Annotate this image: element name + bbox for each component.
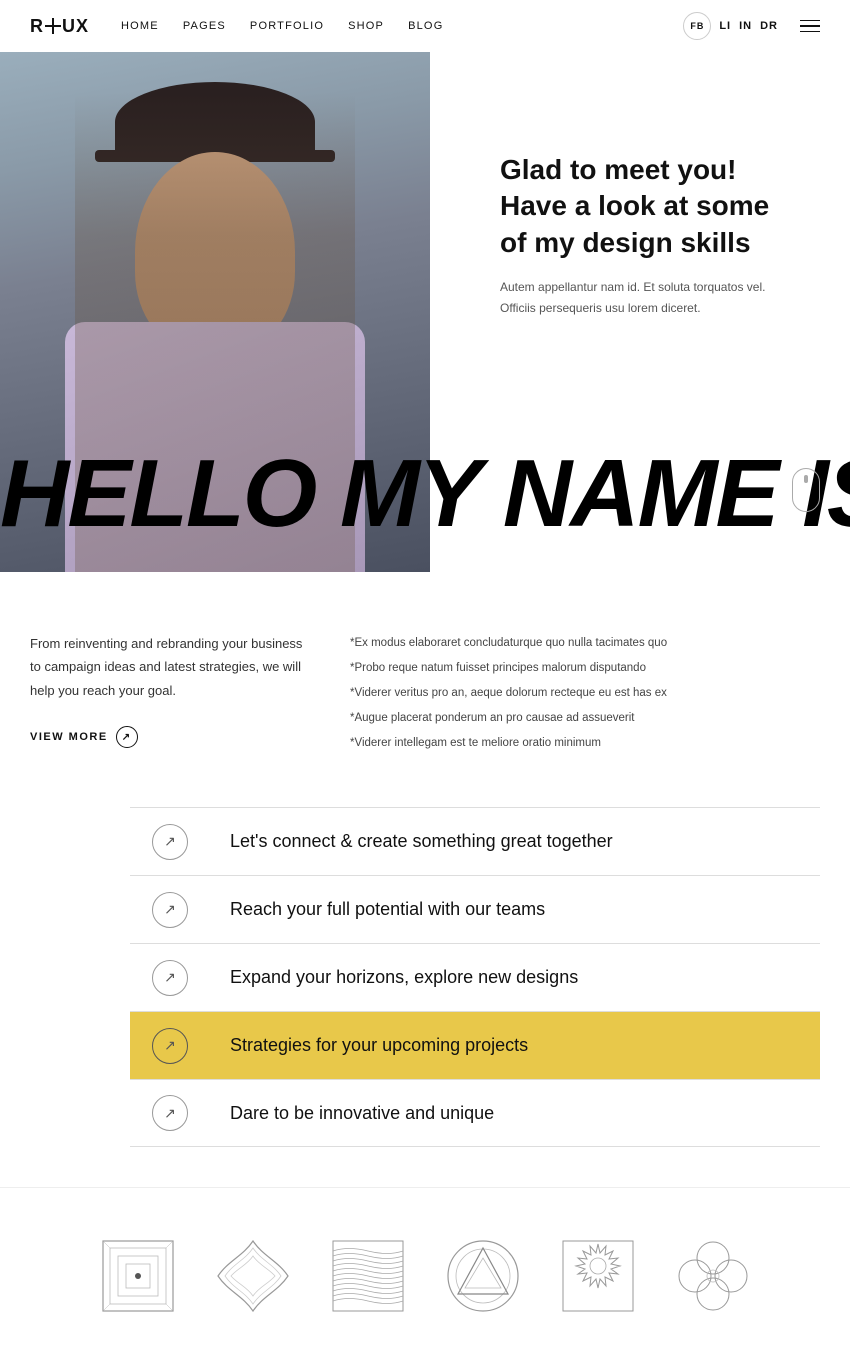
main-nav: HOME PAGES PORTFOLIO SHOP BLOG [121, 20, 443, 32]
nav-portfolio[interactable]: PORTFOLIO [250, 20, 324, 32]
header-right: FB LI IN DR [683, 12, 820, 40]
square-dot-icon [90, 1228, 185, 1323]
hamburger-menu[interactable] [800, 20, 820, 33]
icons-row [0, 1187, 850, 1363]
triangle-circle-icon [435, 1228, 530, 1323]
hero-big-text: HELLO MY NAME IS [0, 446, 850, 542]
nav-blog[interactable]: BLOG [408, 20, 443, 32]
hero-section: Glad to meet you! Have a look at some of… [0, 52, 850, 572]
scroll-indicator [792, 468, 820, 512]
list-item-0[interactable]: ↗ Let's connect & create something great… [130, 807, 820, 875]
header-left: RUX HOME PAGES PORTFOLIO SHOP BLOG [30, 16, 443, 37]
nav-home[interactable]: HOME [121, 20, 159, 32]
list-item-text-4: Dare to be innovative and unique [210, 1087, 820, 1140]
bullet-3: *Viderer veritus pro an, aeque dolorum r… [350, 682, 820, 705]
scroll-dot [804, 475, 808, 483]
view-more-arrow-icon: ↗ [116, 726, 138, 748]
hamburger-line-3 [800, 31, 820, 33]
arrow-circle-icon-0: ↗ [152, 824, 188, 860]
list-item-2[interactable]: ↗ Expand your horizons, explore new desi… [130, 943, 820, 1011]
view-more-button[interactable]: VIEW MORE ↗ [30, 726, 138, 748]
list-section: ↗ Let's connect & create something great… [0, 797, 850, 1167]
bullet-4: *Augue placerat ponderum an pro causae a… [350, 707, 820, 730]
arrow-circle-icon-2: ↗ [152, 960, 188, 996]
mid-section: From reinventing and rebranding your bus… [0, 572, 850, 797]
list-arrow-4: ↗ [130, 1095, 210, 1131]
list-item-1[interactable]: ↗ Reach your full potential with our tea… [130, 875, 820, 943]
list-item-3[interactable]: ↗ Strategies for your upcoming projects [130, 1011, 820, 1079]
flower-icon [665, 1228, 760, 1323]
social-links: FB LI IN DR [683, 12, 778, 40]
mid-left: From reinventing and rebranding your bus… [30, 632, 310, 757]
list-arrow-1: ↗ [130, 892, 210, 928]
bullet-2: *Probo reque natum fuisset principes mal… [350, 657, 820, 680]
list-arrow-2: ↗ [130, 960, 210, 996]
mid-right: *Ex modus elaboraret concludaturque quo … [350, 632, 820, 757]
logo-plus-icon [45, 18, 61, 34]
hamburger-line-1 [800, 20, 820, 22]
mid-left-text: From reinventing and rebranding your bus… [30, 632, 310, 702]
social-in[interactable]: IN [739, 20, 752, 32]
bullet-1: *Ex modus elaboraret concludaturque quo … [350, 632, 820, 655]
arrow-circle-icon-4: ↗ [152, 1095, 188, 1131]
hamburger-line-2 [800, 25, 820, 27]
list-item-text-1: Reach your full potential with our teams [210, 883, 820, 936]
list-arrow-0: ↗ [130, 824, 210, 860]
logo[interactable]: RUX [30, 16, 89, 37]
social-dr[interactable]: DR [760, 20, 778, 32]
nav-pages[interactable]: PAGES [183, 20, 226, 32]
list-arrow-3: ↗ [130, 1028, 210, 1064]
list-item-text-2: Expand your horizons, explore new design… [210, 951, 820, 1004]
hero-text-block: Glad to meet you! Have a look at some of… [500, 152, 820, 318]
list-item-text-0: Let's connect & create something great t… [210, 815, 820, 868]
arrow-circle-icon-3: ↗ [152, 1028, 188, 1064]
arrow-circle-icon-1: ↗ [152, 892, 188, 928]
list-item-text-3: Strategies for your upcoming projects [210, 1019, 820, 1072]
hero-heading: Glad to meet you! Have a look at some of… [500, 152, 820, 261]
gear-square-icon [550, 1228, 645, 1323]
nav-shop[interactable]: SHOP [348, 20, 384, 32]
star-abstract-icon [205, 1228, 300, 1323]
bullet-5: *Viderer intellegam est te meliore orati… [350, 732, 820, 755]
social-li[interactable]: LI [719, 20, 731, 32]
waves-icon [320, 1228, 415, 1323]
view-more-label: VIEW MORE [30, 731, 108, 743]
social-fb[interactable]: FB [683, 12, 711, 40]
site-header: RUX HOME PAGES PORTFOLIO SHOP BLOG FB LI… [0, 0, 850, 52]
list-item-4[interactable]: ↗ Dare to be innovative and unique [130, 1079, 820, 1147]
hero-sub: Autem appellantur nam id. Et soluta torq… [500, 277, 820, 318]
